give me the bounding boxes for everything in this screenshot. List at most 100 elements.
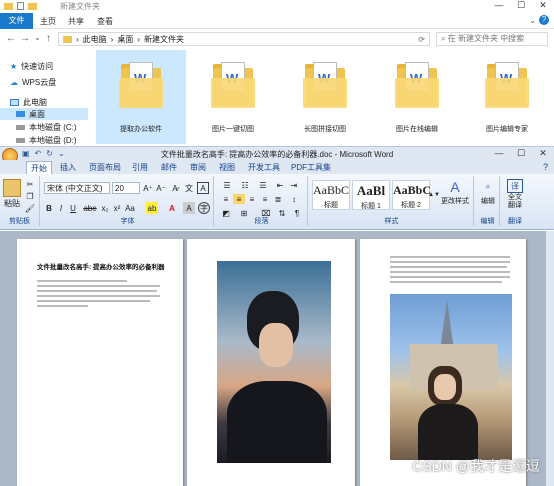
char-border-icon[interactable]: A [197,182,209,194]
font-size-select[interactable]: 20 [112,182,140,194]
tab-start[interactable]: 开始 [26,161,52,174]
document-page[interactable] [187,239,355,486]
translate-icon[interactable]: 译 [507,179,523,193]
maximize-icon[interactable]: ☐ [510,148,532,159]
minimize-icon[interactable]: — [488,0,510,11]
underline-icon[interactable]: U [68,202,78,214]
tab-references[interactable]: 引用 [128,161,152,174]
style-title[interactable]: AaBbC 标题 [312,180,350,210]
align-left-icon[interactable]: ≡ [220,194,232,204]
grow-font-icon[interactable]: A⁺ [142,182,154,194]
close-icon[interactable]: ✕ [532,0,554,11]
breadcrumb-this-pc[interactable]: 此电脑 [83,34,107,45]
clear-format-icon[interactable]: A̷ [169,182,181,194]
tab-file[interactable]: 文件 [0,13,33,29]
tab-page-layout[interactable]: 页面布局 [85,161,125,174]
tab-share[interactable]: 共享 [68,16,84,27]
cut-icon[interactable]: ✂ [25,180,35,189]
tab-view[interactable]: 查看 [97,16,113,27]
font-name-select[interactable]: 宋体 (中文正文) [44,182,110,194]
format-painter-icon[interactable]: 🖌 [25,204,35,213]
folder-icon [4,2,13,10]
enclose-char-icon[interactable]: 字 [198,202,210,214]
search-input[interactable]: ⌕ 在 新建文件夹 中搜索 [436,32,548,46]
sidebar-item-desktop[interactable]: 桌面 [0,108,88,120]
sidebar-item-wps-cloud[interactable]: ☁ WPS云盘 [0,76,88,88]
bullets-icon[interactable]: ☰ [220,180,234,190]
font-color-icon[interactable]: A [166,202,178,214]
document-page[interactable] [360,239,526,486]
help-icon[interactable]: ? [543,162,548,172]
file-item[interactable]: W 图片在线编辑 [372,50,462,144]
close-icon[interactable]: ✕ [532,148,554,159]
increase-indent-icon[interactable]: ⇥ [288,180,300,190]
subscript-icon[interactable]: x₂ [100,202,110,214]
tab-review[interactable]: 审阅 [186,161,210,174]
sidebar-item-this-pc[interactable]: 此电脑 [0,96,88,108]
justify-icon[interactable]: ≡ [259,194,271,204]
help-icon[interactable]: ? [539,15,549,25]
binoculars-icon[interactable]: ⌕ [480,179,496,195]
edit-button[interactable]: 编辑 [476,196,500,206]
line-spacing-icon[interactable]: ↕ [288,194,300,204]
align-center-icon[interactable]: ≡ [233,194,245,204]
highlight-icon[interactable]: ab [146,202,158,214]
pc-icon [10,98,19,106]
bold-icon[interactable]: B [44,202,54,214]
back-icon[interactable]: ← [6,33,16,44]
style-heading-2[interactable]: AaBbC 标题 2 [392,180,431,210]
numbering-icon[interactable]: ☷ [238,180,252,190]
refresh-icon[interactable]: ⟳ [418,35,425,44]
navigation-pane: ★ 快速访问 ☁ WPS云盘 此电脑 桌面 本地磁盘 (C:) 本地磁盘 (D:) [0,48,88,146]
address-bar[interactable]: › 此电脑 › 桌面 › 新建文件夹 ⟳ [58,32,430,46]
group-label: 剪贴板 [9,218,30,225]
group-label: 翻译 [508,218,522,225]
decrease-indent-icon[interactable]: ⇤ [274,180,286,190]
char-shading-icon[interactable]: A [183,202,195,214]
tab-insert[interactable]: 插入 [56,161,80,174]
shrink-font-icon[interactable]: A⁻ [155,182,167,194]
sidebar-item-drive-d[interactable]: 本地磁盘 (D:) [0,134,88,146]
breadcrumb-desktop[interactable]: 桌面 [117,34,133,45]
up-icon[interactable]: ↑ [46,33,51,44]
maximize-icon[interactable]: ☐ [510,0,532,11]
document-page[interactable]: 文件批量改名高手: 提高办公效率的必备利器 [17,239,183,486]
change-case-icon[interactable]: Aa [124,202,136,214]
tab-mailings[interactable]: 邮件 [157,161,181,174]
vertical-scrollbar[interactable] [546,231,554,486]
breadcrumb-new-folder[interactable]: 新建文件夹 [144,34,184,45]
tab-view[interactable]: 视图 [215,161,239,174]
full-text-translate-button[interactable]: 全文 翻译 [502,194,528,210]
expand-ribbon-icon[interactable]: ⌄ [529,16,536,25]
tab-developer[interactable]: 开发工具 [244,161,284,174]
paste-icon[interactable] [3,179,21,197]
style-heading-1[interactable]: AaBl 标题 1 [352,180,390,210]
file-item[interactable]: W 图片一键切图 [188,50,278,144]
paste-button-label[interactable]: 粘贴 [2,198,22,209]
file-item[interactable]: W 长图拼接切图 [280,50,370,144]
strikethrough-icon[interactable]: abe [83,202,96,214]
multilevel-list-icon[interactable]: ☰ [256,180,270,190]
change-styles-icon[interactable]: A [444,179,466,195]
new-folder-icon[interactable] [28,2,37,10]
search-icon: ⌕ [441,34,446,43]
styles-scroll-icon[interactable]: ▲▼ [428,180,440,210]
forward-icon[interactable]: → [20,33,30,44]
distributed-icon[interactable]: ≣ [272,194,284,204]
sidebar-item-drive-c[interactable]: 本地磁盘 (C:) [0,121,88,133]
file-item[interactable]: W 提取办公软件 [96,50,186,144]
change-styles-button[interactable]: 更改样式 [438,196,472,206]
phonetic-guide-icon[interactable]: 文 [183,182,195,194]
tab-home[interactable]: 主页 [40,16,56,27]
align-right-icon[interactable]: ≡ [246,194,258,204]
file-name: 图片一键切图 [212,126,254,133]
minimize-icon[interactable]: — [488,148,510,159]
italic-icon[interactable]: I [56,202,66,214]
tab-pdf-tools[interactable]: PDF工具集 [287,161,335,174]
sidebar-item-quick-access[interactable]: ★ 快速访问 [0,60,88,72]
superscript-icon[interactable]: x² [112,202,122,214]
properties-icon[interactable] [17,2,24,10]
recent-dropdown-icon[interactable]: ⌄ [34,33,41,42]
file-item[interactable]: W 图片编辑专家 [462,50,552,144]
copy-icon[interactable]: ❐ [25,192,35,201]
